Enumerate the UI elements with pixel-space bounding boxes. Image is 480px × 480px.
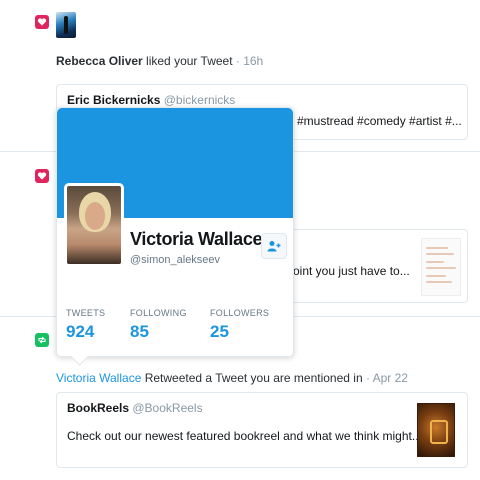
activity-line: Rebecca Oliver liked your Tweet · 16h: [56, 54, 263, 68]
stat-followers[interactable]: FOLLOWERS 25: [210, 308, 269, 342]
profile-handle[interactable]: @simon_alekseev: [130, 254, 220, 266]
stat-value: 25: [210, 322, 229, 341]
tweet-thumbnail[interactable]: [421, 238, 461, 296]
tweet-thumbnail[interactable]: [417, 403, 455, 457]
quoted-author: Eric Bickernicks: [67, 93, 161, 107]
action-text: liked your Tweet: [142, 54, 233, 68]
quoted-handle: @BookReels: [132, 401, 203, 415]
timestamp[interactable]: · 16h: [233, 54, 263, 68]
quoted-text: Check out our newest featured bookreel a…: [67, 429, 422, 443]
stat-value: 85: [130, 322, 149, 341]
avatar[interactable]: [56, 12, 76, 38]
activity-line: Victoria Wallace Retweeted a Tweet you a…: [56, 371, 408, 385]
timestamp[interactable]: · Apr 22: [363, 371, 408, 385]
profile-hover-card[interactable]: Victoria Wallace @simon_alekseev TWEETS …: [56, 107, 294, 357]
stat-label: FOLLOWERS: [210, 308, 270, 318]
actor-name[interactable]: Rebecca Oliver: [56, 54, 143, 68]
retweet-icon: [35, 333, 49, 347]
stat-label: FOLLOWING: [130, 308, 187, 318]
add-user-icon: [267, 241, 281, 252]
profile-avatar[interactable]: [64, 183, 124, 267]
quoted-tweet-header: BookReels @BookReels: [67, 401, 203, 415]
action-text: Retweeted a Tweet you are mentioned in: [141, 371, 363, 385]
actor-name[interactable]: Victoria Wallace: [56, 371, 141, 385]
profile-name[interactable]: Victoria Wallace: [130, 229, 263, 250]
quoted-author: BookReels: [67, 401, 130, 415]
stat-label: TWEETS: [66, 308, 106, 318]
quoted-tweet-header: Eric Bickernicks @bickernicks: [67, 93, 235, 107]
heart-icon: [35, 15, 49, 29]
stat-following[interactable]: FOLLOWING 85: [130, 308, 187, 342]
quoted-text: #mustread #comedy #artist #...: [297, 114, 462, 128]
follow-button[interactable]: [261, 233, 287, 259]
heart-icon: [35, 169, 49, 183]
quoted-text: oint you just have to...: [293, 264, 410, 278]
stat-value: 924: [66, 322, 95, 341]
quoted-tweet[interactable]: BookReels @BookReels Check out our newes…: [56, 392, 468, 468]
stat-tweets[interactable]: TWEETS 924: [66, 308, 105, 342]
quoted-handle: @bickernicks: [163, 93, 236, 107]
